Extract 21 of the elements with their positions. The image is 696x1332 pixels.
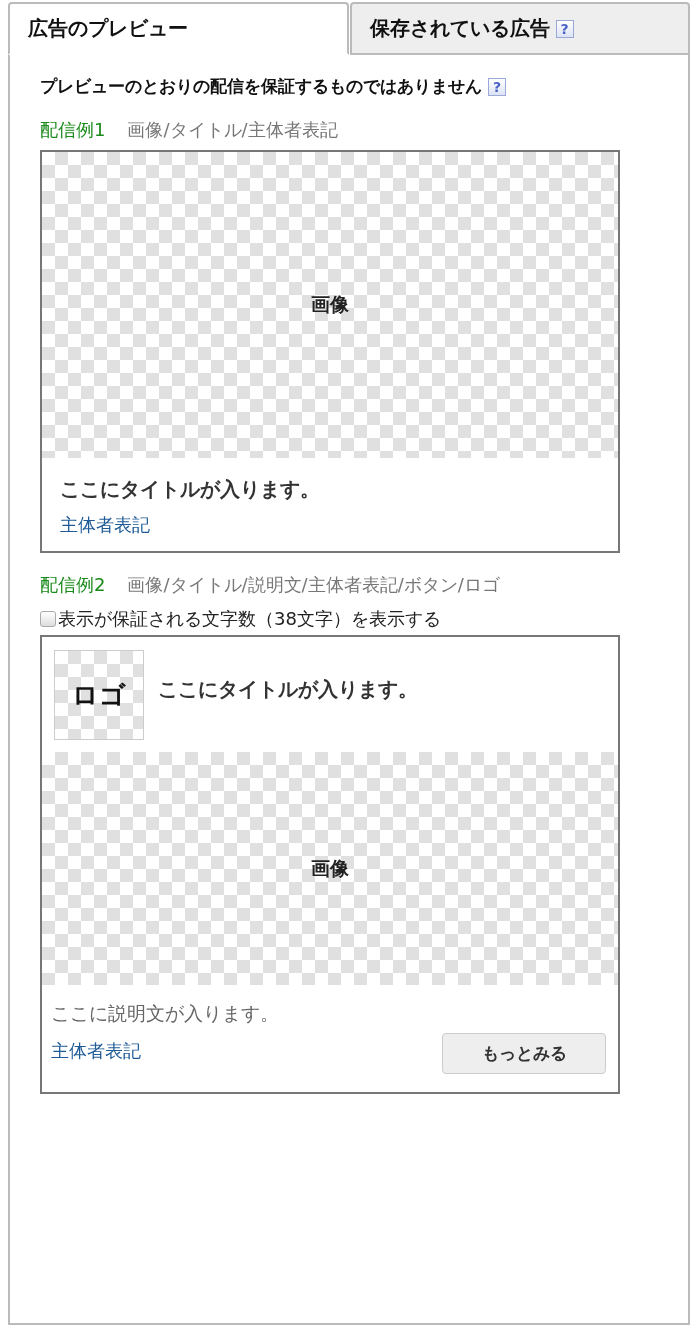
help-icon[interactable]: ?: [488, 77, 506, 96]
ad-title: ここにタイトルが入ります。: [158, 676, 418, 703]
example-number: 配信例1: [40, 118, 106, 142]
tab[interactable]: 広告のプレビュー: [8, 2, 349, 55]
disclaimer-text: プレビューのとおりの配信を保証するものではありません: [40, 75, 482, 98]
tab[interactable]: 保存されている広告 ?: [349, 2, 690, 55]
more-button[interactable]: もっとみる: [442, 1033, 606, 1074]
image-label: 画像: [311, 292, 349, 317]
example-number: 配信例2: [40, 573, 106, 597]
checkbox-label[interactable]: 表示が保証される文字数（38文字）を表示する: [58, 607, 441, 631]
ad-title: ここにタイトルが入ります。: [60, 476, 321, 503]
advertiser-link[interactable]: 主体者表記: [60, 514, 150, 535]
example-elements: 画像/タイトル/説明文/主体者表記/ボタン/ロゴ: [127, 573, 500, 597]
logo-label: ロゴ: [72, 678, 126, 712]
checkbox[interactable]: [40, 611, 56, 627]
help-icon[interactable]: ?: [555, 19, 574, 38]
tab-label: 保存されている広告: [369, 15, 550, 42]
example-elements: 画像/タイトル/主体者表記: [127, 118, 338, 142]
image-label: 画像: [311, 855, 349, 881]
advertiser-link[interactable]: 主体者表記: [51, 1039, 141, 1063]
ad-description: ここに説明文が入ります。: [51, 1001, 280, 1026]
